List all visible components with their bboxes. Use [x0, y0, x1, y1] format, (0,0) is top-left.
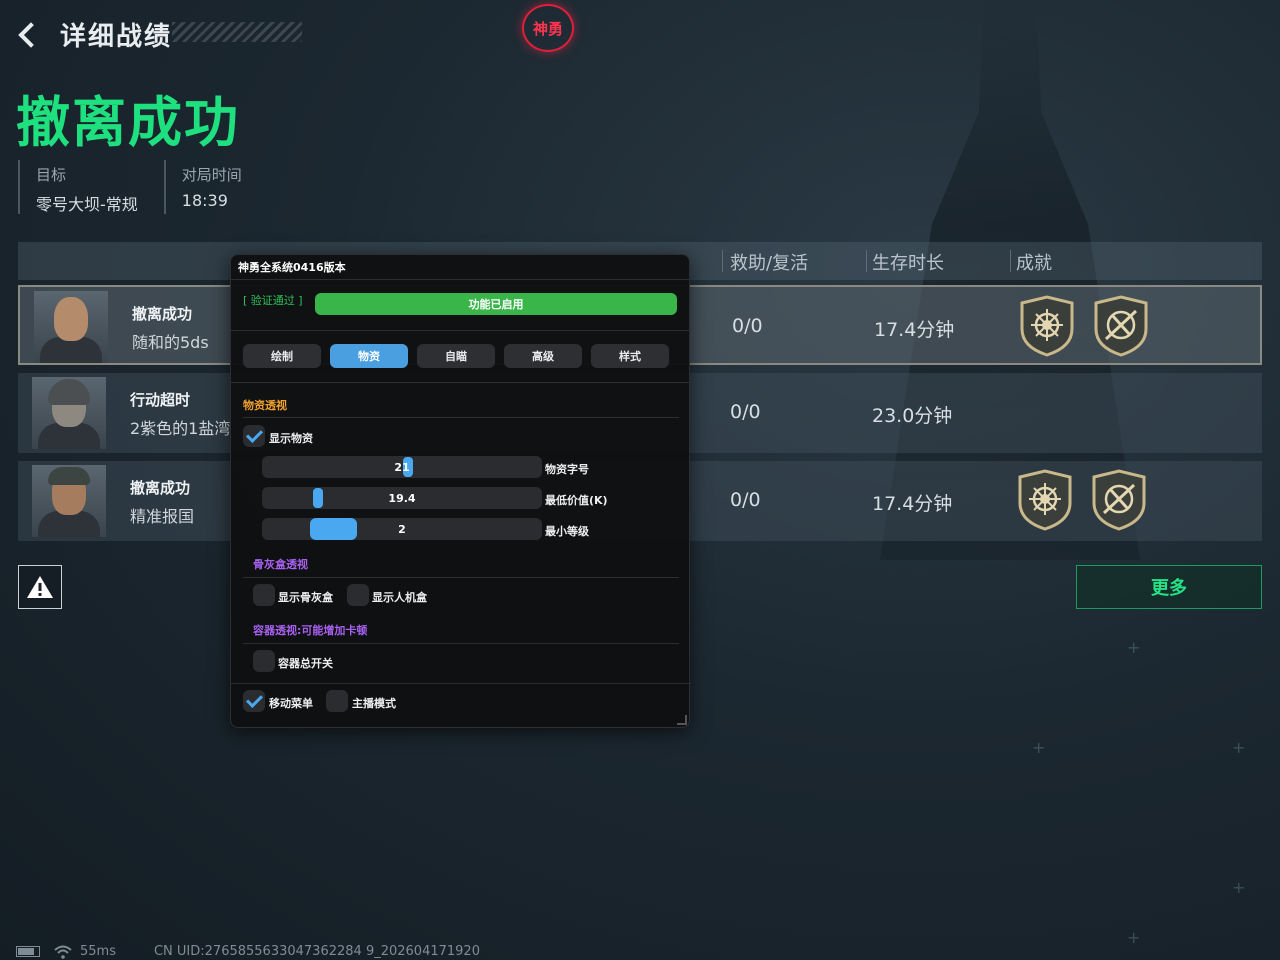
supply-font-size-slider[interactable]: 21	[262, 456, 542, 478]
enabled-status-bar: 功能已启用	[315, 293, 677, 315]
back-arrow-icon	[16, 20, 46, 50]
crosshair-mark: +	[1127, 638, 1141, 657]
page-title: 详细战绩	[60, 22, 173, 52]
achievement-sword-icon[interactable]	[1092, 295, 1150, 357]
column-separator	[866, 250, 867, 272]
row-player-name: 精准报国	[130, 507, 195, 526]
column-header-achievement: 成就	[1016, 253, 1052, 274]
crosshair-mark: +	[1232, 738, 1246, 757]
min-level-label: 最小等级	[545, 525, 589, 538]
show-supplies-label: 显示物资	[269, 432, 313, 445]
row-assist: 0/0	[730, 401, 761, 423]
divider	[231, 382, 691, 383]
row-survival: 17.4分钟	[874, 319, 955, 341]
slider-value: 21	[394, 461, 410, 474]
row-player-name: 2紫色的1盐湾	[130, 419, 231, 438]
supply-font-size-label: 物资字号	[545, 463, 589, 476]
tab-aimbot[interactable]: 自瞄	[417, 344, 495, 368]
achievement-sword-icon[interactable]	[1090, 469, 1148, 531]
avatar	[34, 291, 108, 363]
crosshair-mark: +	[1232, 878, 1246, 897]
ping-value: 55ms	[80, 944, 116, 959]
min-value-label: 最低价值(K)	[545, 494, 608, 507]
column-separator	[1010, 250, 1011, 272]
back-button[interactable]: 详细战绩	[16, 16, 172, 53]
verify-status: [ 验证通过 ]	[243, 294, 303, 307]
battery-icon	[16, 946, 40, 957]
show-supplies-checkbox[interactable]	[243, 425, 265, 447]
divider	[243, 417, 679, 418]
crosshair-mark: +	[1032, 738, 1046, 757]
more-button[interactable]: 更多	[1076, 565, 1262, 609]
section-container-label: 容器透视:可能增加卡顿	[253, 624, 368, 637]
min-value-slider[interactable]: 19.4	[262, 487, 542, 509]
slider-value: 2	[398, 523, 406, 536]
title-hatch-decoration	[172, 22, 302, 42]
show-bot-box-checkbox[interactable]	[347, 584, 369, 606]
column-separator	[722, 250, 723, 272]
app-logo: 神勇	[522, 4, 574, 52]
cheat-menu-panel[interactable]: 神勇全系统0416版本 [ 验证通过 ] 功能已启用 绘制 物资 自瞄 高级 样…	[230, 254, 691, 728]
container-switch-label: 容器总开关	[278, 657, 333, 670]
divider	[243, 643, 679, 644]
divider	[231, 683, 691, 684]
uid-text: CN UID:2765855633047362284 9_20260417192…	[153, 944, 480, 959]
match-meta: 目标 零号大坝-常规 对局时间 18:39	[18, 160, 268, 214]
warning-icon	[27, 576, 53, 598]
target-value: 零号大坝-常规	[36, 195, 138, 214]
divider	[243, 577, 679, 578]
tab-style[interactable]: 样式	[591, 344, 669, 368]
row-status: 撤离成功	[132, 305, 193, 323]
row-survival: 23.0分钟	[872, 405, 953, 427]
divider	[231, 330, 691, 331]
row-assist: 0/0	[732, 315, 763, 337]
show-bot-box-label: 显示人机盒	[372, 591, 427, 604]
wifi-icon	[54, 945, 72, 959]
show-box-label: 显示骨灰盒	[278, 591, 333, 604]
achievement-star-icon[interactable]	[1016, 469, 1074, 531]
duration-value: 18:39	[181, 191, 228, 210]
section-supplies-label: 物资透视	[243, 399, 287, 412]
report-button[interactable]	[18, 565, 62, 609]
row-status: 行动超时	[130, 391, 191, 409]
tab-supplies[interactable]: 物资	[330, 344, 408, 368]
resize-handle-icon[interactable]	[677, 715, 687, 725]
crosshair-mark: +	[1127, 928, 1141, 947]
row-player-name: 随和的5ds	[132, 333, 209, 352]
min-level-slider[interactable]: 2	[262, 518, 542, 540]
target-label: 目标	[36, 166, 67, 184]
show-box-checkbox[interactable]	[253, 584, 275, 606]
slider-value: 19.4	[388, 492, 416, 505]
row-status: 撤离成功	[130, 479, 191, 497]
move-menu-checkbox[interactable]	[243, 690, 265, 712]
result-title: 撤离成功	[16, 91, 240, 154]
column-header-assist: 救助/复活	[730, 253, 809, 274]
section-box-label: 骨灰盒透视	[253, 558, 308, 571]
streamer-mode-label: 主播模式	[352, 697, 396, 710]
tab-draw[interactable]: 绘制	[243, 344, 321, 368]
divider	[231, 279, 691, 280]
tab-advanced[interactable]: 高级	[504, 344, 582, 368]
streamer-mode-checkbox[interactable]	[326, 690, 348, 712]
container-switch-checkbox[interactable]	[253, 650, 275, 672]
column-header-survival: 生存时长	[872, 253, 944, 274]
move-menu-label: 移动菜单	[269, 697, 313, 710]
row-assist: 0/0	[730, 489, 761, 511]
duration-label: 对局时间	[181, 166, 242, 184]
status-bar: 55ms CN UID:2765855633047362284 9_202604…	[16, 944, 480, 959]
avatar	[32, 465, 106, 537]
achievement-star-icon[interactable]	[1018, 295, 1076, 357]
panel-title[interactable]: 神勇全系统0416版本	[238, 259, 346, 275]
avatar	[32, 377, 106, 449]
row-survival: 17.4分钟	[872, 493, 953, 515]
